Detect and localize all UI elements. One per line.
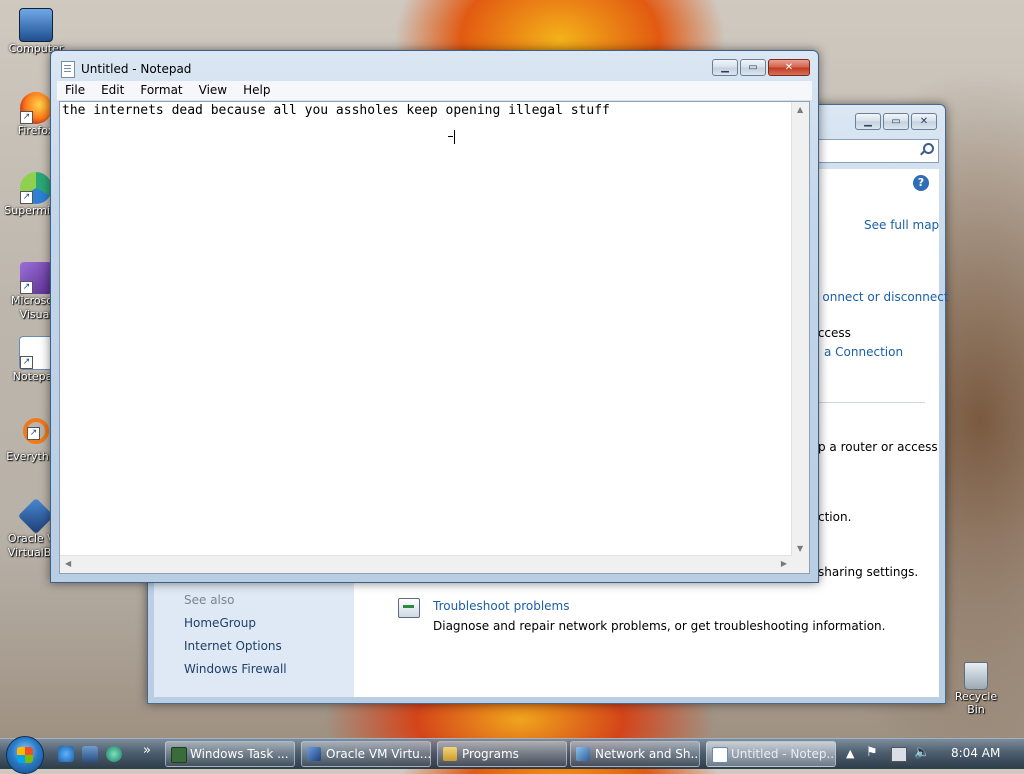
text-editor[interactable]: the internets dead because all you assho… bbox=[59, 101, 810, 574]
maximize-button[interactable]: ▭ bbox=[740, 59, 766, 76]
taskbar-button-label: Windows Task ... bbox=[190, 747, 289, 761]
caption-buttons: ▁ ▭ ✕ bbox=[712, 59, 810, 76]
firefox-icon: ↗ bbox=[20, 92, 52, 124]
see-also-panel: See also HomeGroup Internet Options Wind… bbox=[154, 581, 354, 697]
scroll-left-icon[interactable]: ◀ bbox=[65, 559, 71, 568]
horizontal-scrollbar[interactable]: ◀ ▶ bbox=[60, 555, 792, 573]
menu-help[interactable]: Help bbox=[235, 81, 278, 100]
desktop-icon-computer[interactable]: Computer bbox=[4, 8, 68, 56]
internet-explorer-icon[interactable] bbox=[58, 746, 74, 762]
maximize-button[interactable]: ▭ bbox=[883, 113, 909, 130]
desktop-icon-recycle-bin[interactable]: Recycle Bin bbox=[946, 662, 1006, 716]
mouse-ibeam-cursor bbox=[448, 136, 453, 137]
recycle-bin-icon bbox=[964, 662, 988, 690]
internet-options-link[interactable]: Internet Options bbox=[184, 639, 282, 653]
notepad-icon: ↗ bbox=[19, 336, 53, 370]
menu-edit[interactable]: Edit bbox=[93, 81, 132, 100]
see-also-heading: See also bbox=[184, 593, 235, 607]
virtualbox-icon bbox=[17, 497, 55, 535]
taskbar-button-programs[interactable]: Programs bbox=[437, 741, 567, 767]
task-manager-icon bbox=[171, 747, 187, 763]
taskbar-button-label: Network and Sh... bbox=[595, 747, 700, 761]
show-hidden-icons-icon[interactable]: ▲ bbox=[846, 747, 854, 760]
quick-launch-overflow-icon[interactable]: » bbox=[143, 743, 151, 758]
scroll-right-icon[interactable]: ▶ bbox=[781, 559, 787, 568]
connect-disconnect-link[interactable]: Connect or disconnect bbox=[823, 290, 949, 304]
search-icon[interactable] bbox=[920, 143, 934, 155]
taskbar-button-virtualbox[interactable]: Oracle VM Virtu... bbox=[301, 741, 431, 767]
notepad-icon bbox=[61, 61, 75, 78]
text-caret bbox=[454, 130, 455, 144]
minimize-button[interactable]: ▁ bbox=[712, 59, 738, 76]
taskbar-button-label: Programs bbox=[462, 747, 519, 761]
windows-firewall-link[interactable]: Windows Firewall bbox=[184, 662, 287, 676]
scrollbar-corner bbox=[792, 556, 809, 573]
close-button[interactable]: ✕ bbox=[911, 113, 937, 130]
troubleshoot-description: Diagnose and repair network problems, or… bbox=[433, 619, 886, 633]
taskbar-button-label: Oracle VM Virtu... bbox=[326, 747, 431, 761]
virtualbox-icon bbox=[307, 747, 321, 761]
section-divider bbox=[819, 402, 925, 403]
network-tray-icon[interactable] bbox=[891, 747, 907, 762]
sharing-settings-text: sharing settings. bbox=[818, 565, 919, 579]
vertical-scrollbar[interactable]: ▲ ▼ bbox=[791, 102, 809, 556]
caption-buttons: ▁ ▭ ✕ bbox=[855, 113, 937, 130]
connection-text: ction. bbox=[818, 510, 852, 524]
taskbar-button-network[interactable]: Network and Sh... bbox=[570, 741, 700, 767]
minimize-button[interactable]: ▁ bbox=[855, 113, 881, 130]
window-title: Untitled - Notepad bbox=[81, 62, 192, 76]
network-icon bbox=[576, 747, 590, 761]
menu-format[interactable]: Format bbox=[132, 81, 190, 100]
menu-bar: File Edit Format View Help bbox=[57, 81, 812, 100]
editor-content[interactable]: the internets dead because all you assho… bbox=[62, 103, 610, 118]
help-icon[interactable]: ? bbox=[913, 175, 929, 191]
troubleshoot-problems-link[interactable]: Troubleshoot problems bbox=[433, 599, 569, 613]
computer-icon bbox=[19, 8, 53, 42]
clock[interactable]: 8:04 AM bbox=[951, 746, 1000, 760]
taskbar-button-notepad[interactable]: Untitled - Notep... bbox=[706, 741, 836, 767]
scroll-down-icon[interactable]: ▼ bbox=[797, 544, 803, 553]
router-access-text: p a router or access bbox=[818, 440, 938, 454]
show-desktop-icon[interactable] bbox=[82, 746, 98, 762]
notepad-window[interactable]: Untitled - Notepad ▁ ▭ ✕ File Edit Forma… bbox=[50, 50, 819, 583]
notepad-icon bbox=[712, 747, 728, 763]
folder-icon bbox=[443, 747, 457, 761]
connection-link[interactable]: a Connection bbox=[824, 345, 903, 359]
desktop-icon-label: Recycle Bin bbox=[954, 690, 998, 716]
taskbar-button-label: Untitled - Notep... bbox=[731, 747, 836, 761]
supermium-icon: ↗ bbox=[20, 172, 52, 204]
action-center-flag-icon[interactable]: ⚑ bbox=[866, 745, 878, 760]
scroll-up-icon[interactable]: ▲ bbox=[797, 105, 803, 114]
taskbar-button-task-manager[interactable]: Windows Task ... bbox=[165, 741, 295, 767]
see-full-map-link[interactable]: See full map bbox=[864, 218, 939, 232]
volume-muted-icon[interactable]: 🔈 bbox=[914, 745, 930, 760]
close-button[interactable]: ✕ bbox=[768, 59, 810, 76]
visual-studio-icon: ↗ bbox=[20, 262, 52, 294]
menu-file[interactable]: File bbox=[57, 81, 93, 100]
homegroup-link[interactable]: HomeGroup bbox=[184, 616, 256, 630]
media-player-icon[interactable] bbox=[106, 746, 122, 762]
start-button[interactable] bbox=[6, 736, 44, 774]
everything-icon: ↗ bbox=[23, 418, 49, 444]
troubleshoot-icon bbox=[398, 598, 420, 618]
menu-view[interactable]: View bbox=[191, 81, 235, 100]
taskbar: » Windows Task ... Oracle VM Virtu... Pr… bbox=[0, 736, 1024, 774]
